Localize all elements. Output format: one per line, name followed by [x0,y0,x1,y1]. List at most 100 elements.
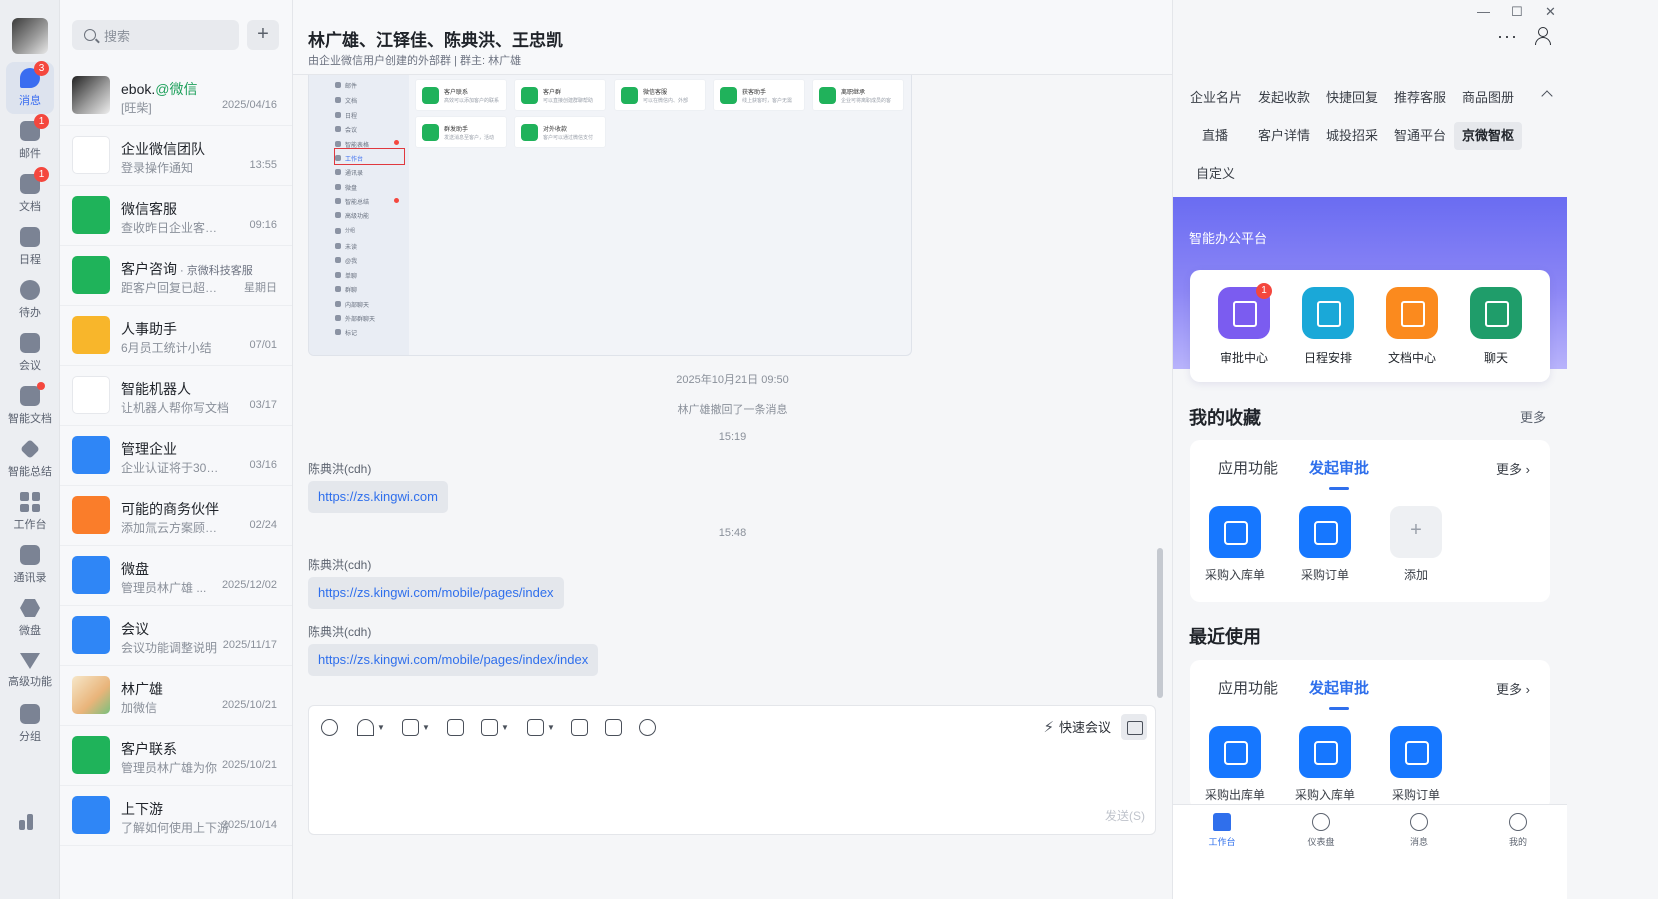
rail-label: 智能总结 [8,466,52,478]
rail-item-drive[interactable]: 微盘 [0,592,60,644]
chat-search-button[interactable] [639,718,656,736]
conversation-name: ebok.@微信 [121,81,198,97]
conversation-item[interactable]: 管理企业 企业认证将于30天后到期 03/16 [60,426,292,486]
image-message[interactable]: 邮件 文档 日程 会议 智能表格 工作台 通讯录 微盘 智能总结 高级功能 分组… [308,75,912,356]
tab-app-functions[interactable]: 应用功能 [1218,677,1278,698]
purchase-receipt-app[interactable]: 采购入库单 [1195,506,1275,583]
schedule-app[interactable]: 日程安排 [1288,287,1368,366]
rail-item-workbench[interactable]: 工作台 [0,486,60,538]
close-button[interactable]: ✕ [1545,4,1556,20]
message-link[interactable]: https://zs.kingwi.com/mobile/pages/index… [308,644,599,676]
purchase-outbound-app[interactable]: 采购出库单 [1195,726,1275,803]
rail-item-messages[interactable]: 3 消息 [6,61,54,114]
message-link[interactable]: https://zs.kingwi.com [308,481,448,513]
side-panel-toggle-button[interactable] [1121,714,1147,740]
document-center-app[interactable]: 文档中心 [1372,287,1452,366]
send-button[interactable]: 发送(S) [1105,807,1145,824]
apps-button[interactable] [605,718,622,736]
folder-button[interactable]: ▼ [527,718,555,736]
tab-jingwei-hub[interactable]: 京微智枢 [1454,122,1523,150]
message-composer[interactable]: ▼ ▼ ▼ ▼ ⚡ 快速会议 发送(S) [308,705,1156,835]
screenshot-button[interactable]: ▼ [357,718,385,736]
message-link[interactable]: https://zs.kingwi.com/mobile/pages/index [308,577,564,609]
conversation-name: 客户咨询 · 京微科技客服 [121,261,253,277]
rail-item-smart-docs[interactable]: 智能文档 [0,380,60,432]
tab-start-approval[interactable]: 发起审批 [1309,457,1369,490]
rail-item-groups[interactable]: 分组 [0,698,60,750]
tab-product-album[interactable]: 商品图册 [1454,84,1522,112]
image-button[interactable]: ▼ [402,718,430,736]
search-icon [84,29,96,41]
chat-scrollbar[interactable] [1157,548,1163,698]
conversation-item[interactable]: 微盘 管理员林广雄 ... 2025/12/02 [60,546,292,606]
purchase-receipt-app[interactable]: 采购入库单 [1285,726,1365,803]
tab-quick-reply[interactable]: 快捷回复 [1318,84,1386,112]
nav-workbench[interactable]: 工作台 [1192,813,1252,848]
purchase-order-app[interactable]: 采购订单 [1376,726,1456,803]
add-member-icon[interactable] [1535,27,1553,45]
notification-dot [37,382,45,390]
doc-button[interactable] [447,718,464,736]
more-icon[interactable]: ··· [1497,26,1518,47]
conversation-item[interactable]: 林广雄 加微信 2025/10/21 [60,666,292,726]
tab-custom[interactable]: 自定义 [1188,160,1243,188]
conversation-item[interactable]: 可能的商务伙伴 添加氚云方案顾问_智能 02/24 [60,486,292,546]
payment-button[interactable] [571,718,588,736]
app-label: 添加 [1403,568,1428,582]
nav-messages[interactable]: 消息 [1389,813,1449,848]
conversation-item[interactable]: 客户联系 管理员林广雄为你 2025/10/21 [60,726,292,786]
conversation-item[interactable]: 人事助手 6月员工统计小结 07/01 [60,306,292,366]
add-app-button[interactable]: + 添加 [1376,506,1456,583]
nav-dashboard[interactable]: 仪表盘 [1291,813,1351,848]
conversation-item[interactable]: 客户咨询 · 京微科技客服 距客户回复已超过48小时 星期日 [60,246,292,306]
emoji-button[interactable] [321,718,338,736]
favorites-more-link[interactable]: 更多 [1520,407,1546,426]
quick-meeting-button[interactable]: ⚡ 快速会议 [1043,717,1111,736]
card-more-link[interactable]: 更多 › [1496,459,1530,478]
message-sender: 陈典洪(cdh) [308,625,372,639]
rail-item-calendar[interactable]: 日程 [0,221,60,273]
tab-customer-detail[interactable]: 客户详情 [1250,122,1318,150]
tab-payment[interactable]: 发起收款 [1250,84,1318,112]
tab-zhitong[interactable]: 智通平台 [1386,122,1454,150]
conversation-item[interactable]: 会议 会议功能调整说明 2025/11/17 [60,606,292,666]
add-button[interactable]: + [247,20,279,50]
rail-item-contacts[interactable]: 通讯录 [0,539,60,591]
search-input[interactable]: 搜索 [72,20,239,50]
conversation-item[interactable]: 微信客服 查收昨日企业客服数据 09:16 [60,186,292,246]
rail-item-docs[interactable]: 1 文档 [0,167,60,220]
tab-business-card[interactable]: 企业名片 [1182,84,1250,112]
conversation-item[interactable]: ebok.@微信 [旺柴] 2025/04/16 [60,66,292,126]
chat-app[interactable]: 聊天 [1456,287,1536,366]
purchase-order-app[interactable]: 采购订单 [1285,506,1365,583]
maximize-button[interactable]: ☐ [1511,4,1523,20]
conversation-name: 微盘 [121,561,149,577]
conversation-item[interactable]: 企业微信团队 登录操作通知 13:55 [60,126,292,186]
rail-item-smart-summary[interactable]: 智能总结 [0,433,60,485]
red-dot [394,198,399,203]
tab-start-approval[interactable]: 发起审批 [1309,677,1369,710]
minimize-button[interactable]: — [1477,4,1490,19]
rail-item-advanced[interactable]: 高级功能 [0,645,60,697]
conversation-time: 2025/10/14 [221,819,277,831]
drive-icon [72,556,110,594]
bottom-nav: 工作台 仪表盘 消息 我的 [1173,804,1567,899]
emoji-icon [321,718,338,736]
rail-item-meeting[interactable]: 会议 [0,327,60,379]
todo-button[interactable]: ▼ [481,718,509,736]
apps-icon[interactable] [19,812,39,830]
card-more-link[interactable]: 更多 › [1496,679,1530,698]
app-label: 日程安排 [1303,351,1352,365]
tab-app-functions[interactable]: 应用功能 [1218,457,1278,478]
user-avatar[interactable] [12,18,48,54]
tab-bidding[interactable]: 城投招采 [1318,122,1386,150]
collapse-chevron-icon[interactable] [1541,90,1553,102]
rail-item-todo[interactable]: 待办 [0,274,60,326]
approval-center-app[interactable]: 1 审批中心 [1204,283,1284,366]
rail-item-mail[interactable]: 1 邮件 [0,114,60,167]
tab-live[interactable]: 直播 [1194,122,1236,150]
tab-recommend-service[interactable]: 推荐客服 [1386,84,1454,112]
nav-me[interactable]: 我的 [1488,813,1548,848]
conversation-item[interactable]: 智能机器人 让机器人帮你写文档 03/17 [60,366,292,426]
conversation-item[interactable]: 上下游 了解如何使用上下游 2025/10/14 [60,786,292,846]
